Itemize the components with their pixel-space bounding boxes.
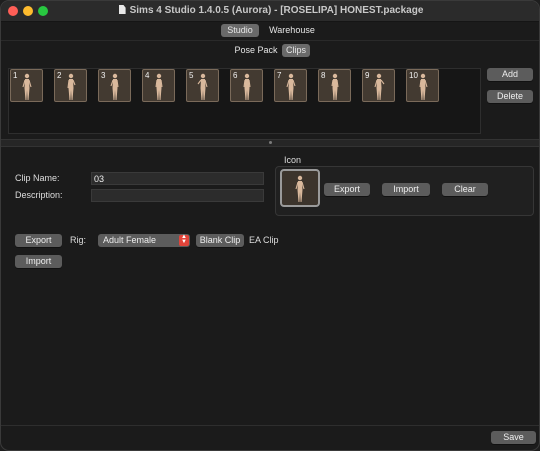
tab-clips[interactable]: Clips <box>282 44 310 57</box>
icon-panel-title: Icon <box>284 155 302 165</box>
clip-thumbnail-4[interactable]: 4 <box>142 69 175 102</box>
pose-figure-icon <box>154 73 163 100</box>
clip-thumbnail-5[interactable]: 5 <box>186 69 219 102</box>
app-window: Sims 4 Studio 1.4.0.5 (Aurora) - [ROSELI… <box>0 0 540 451</box>
pose-figure-icon <box>109 73 119 100</box>
clip-name-field[interactable]: 03 <box>91 172 264 185</box>
clip-number: 4 <box>145 71 150 80</box>
clip-thumbnail-6[interactable]: 6 <box>230 69 263 102</box>
clip-thumbnail-2[interactable]: 2 <box>54 69 87 102</box>
pose-figure-icon <box>418 73 428 100</box>
clip-number: 5 <box>189 71 194 80</box>
header-divider <box>1 40 539 41</box>
window-title: Sims 4 Studio 1.4.0.5 (Aurora) - [ROSELI… <box>1 5 539 16</box>
description-label: Description: <box>15 190 63 200</box>
pose-figure-icon <box>197 73 208 100</box>
icon-clear-button[interactable]: Clear <box>442 183 488 196</box>
clip-number: 7 <box>277 71 282 80</box>
pose-figure-icon <box>330 73 339 100</box>
clip-import-button[interactable]: Import <box>15 255 62 268</box>
delete-clip-button[interactable]: Delete <box>487 90 533 103</box>
clip-number: 6 <box>233 71 238 80</box>
clip-thumbnail-8[interactable]: 8 <box>318 69 351 102</box>
select-stepper-icon: ▲ ▼ <box>179 234 189 246</box>
clip-number: 1 <box>13 71 18 80</box>
pose-figure-icon <box>66 73 76 100</box>
clip-number: 2 <box>57 71 62 80</box>
add-clip-button[interactable]: Add <box>487 68 533 81</box>
clips-list[interactable]: 1 2 3 4 5 6 7 8 9 10 <box>8 68 481 134</box>
pose-figure-icon <box>373 73 384 100</box>
window-title-text: Sims 4 Studio 1.4.0.5 (Aurora) - [ROSELI… <box>129 5 424 16</box>
clip-thumbnail-10[interactable]: 10 <box>406 69 439 102</box>
clip-name-label: Clip Name: <box>15 173 60 183</box>
icon-import-button[interactable]: Import <box>382 183 430 196</box>
title-bar: Sims 4 Studio 1.4.0.5 (Aurora) - [ROSELI… <box>1 1 539 22</box>
tab-pose-pack[interactable]: Pose Pack <box>232 44 280 57</box>
rig-select[interactable]: Adult Female ▲ ▼ <box>98 234 190 247</box>
blank-clip-button[interactable]: Blank Clip <box>196 234 244 247</box>
clip-thumbnail-3[interactable]: 3 <box>98 69 131 102</box>
rig-select-value: Adult Female <box>103 235 157 245</box>
clip-thumbnail-1[interactable]: 1 <box>10 69 43 102</box>
ea-clip-button[interactable]: EA Clip <box>249 235 279 245</box>
pose-figure-icon <box>242 73 251 100</box>
pose-figure-icon <box>21 73 32 100</box>
splitter-grip-icon <box>269 141 272 144</box>
rig-label: Rig: <box>70 235 87 245</box>
tab-studio[interactable]: Studio <box>221 24 259 37</box>
panel-splitter[interactable] <box>1 139 539 147</box>
clip-number: 8 <box>321 71 326 80</box>
document-icon <box>118 5 126 14</box>
pose-figure-icon <box>285 73 296 100</box>
clip-export-button[interactable]: Export <box>15 234 62 247</box>
tab-warehouse[interactable]: Warehouse <box>264 24 320 37</box>
clip-thumbnail-7[interactable]: 7 <box>274 69 307 102</box>
icon-export-button[interactable]: Export <box>324 183 370 196</box>
description-field[interactable] <box>91 189 264 202</box>
clip-number: 9 <box>365 71 370 80</box>
footer-divider <box>1 425 539 426</box>
save-button[interactable]: Save <box>491 431 536 444</box>
clip-number: 3 <box>101 71 106 80</box>
clip-thumbnail-9[interactable]: 9 <box>362 69 395 102</box>
pose-figure-icon <box>295 175 305 202</box>
icon-preview <box>280 169 320 207</box>
